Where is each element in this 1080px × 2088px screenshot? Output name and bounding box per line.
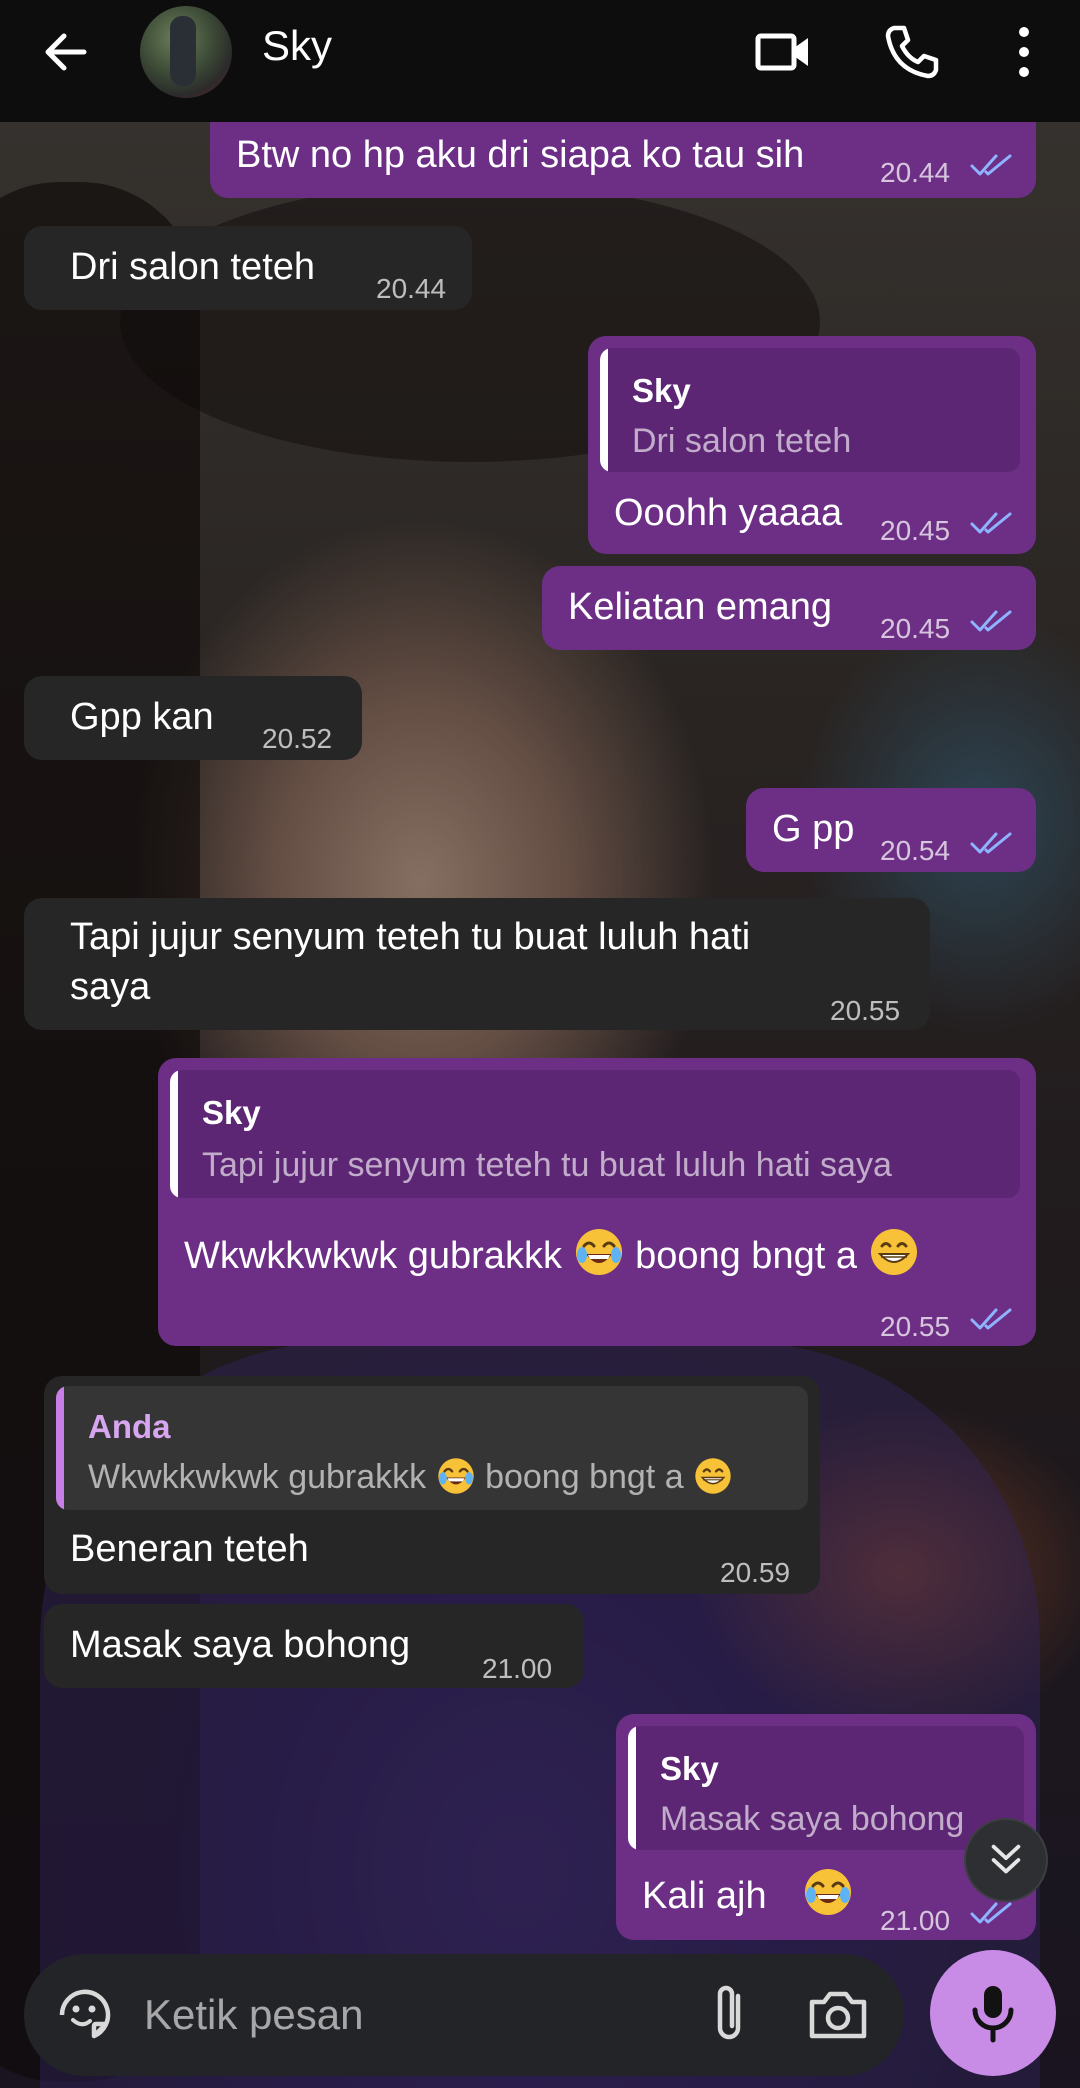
reply-quote[interactable]: Anda Wkwkkwkwk gubrakkk boong bngt a [56,1386,808,1510]
laughing-tears-emoji-icon [573,1226,625,1278]
message-outgoing[interactable]: G pp 20.54 [746,788,1036,872]
message-time: 21.00 [482,1653,553,1684]
message-outgoing[interactable]: Sky Tapi jujur senyum teteh tu buat lulu… [158,1058,1036,1346]
message-time: 20.44 [880,157,951,188]
sticker-icon[interactable] [54,1984,116,2046]
reply-text-part-b: boong bngt a [485,1458,684,1496]
reply-sender: Sky [632,372,691,409]
message-text: Dri salon teteh [70,246,316,288]
reply-text: Wkwkkwkwk gubrakkk boong bngt a [88,1452,733,1502]
message-outgoing[interactable]: Sky Dri salon teteh Ooohh yaaaa 20.45 [588,336,1036,554]
contact-name[interactable]: Sky [262,22,332,70]
message-time: 20.59 [720,1557,791,1588]
chat-header: Sky [0,0,1080,122]
message-text: Wkwkkwkwk gubrakkk boong bngt a [184,1226,920,1281]
message-text: Btw no hp aku dri siapa ko tau sih [236,134,805,176]
message-text: Masak saya bohong [70,1624,411,1666]
message-text: Gpp kan [70,696,214,738]
message-text: G pp [772,808,855,850]
message-incoming[interactable]: Dri salon teteh 20.44 [24,226,472,310]
read-ticks-icon [970,510,1014,536]
message-incoming[interactable]: Gpp kan 20.52 [24,676,362,760]
message-time: 20.44 [376,273,447,304]
message-input[interactable] [144,1984,704,2046]
back-arrow-icon[interactable] [38,24,94,80]
reply-quote[interactable]: Sky Tapi jujur senyum teteh tu buat lulu… [170,1070,1020,1198]
message-text-part-b: boong bngt a [635,1235,857,1277]
message-time: 20.45 [880,613,951,644]
reply-sender: Anda [88,1408,171,1445]
laughing-tears-emoji-icon [802,1866,854,1918]
mic-icon [972,1986,1014,2043]
read-ticks-icon [970,1306,1014,1332]
scroll-down-icon [991,1844,1021,1874]
reply-text: Masak saya bohong [660,1800,965,1838]
more-vert-icon[interactable] [992,20,1056,84]
message-text: Kali ajh [642,1866,854,1921]
reply-sender: Sky [660,1750,719,1787]
message-text-line-1: Tapi jujur senyum teteh tu buat luluh ha… [70,916,751,958]
message-outgoing[interactable]: Keliatan emang 20.45 [542,566,1036,650]
reply-text: Tapi jujur senyum teteh tu buat luluh ha… [202,1146,892,1184]
message-time: 21.00 [880,1905,951,1936]
reply-quote[interactable]: Sky Masak saya bohong [628,1726,1024,1850]
read-ticks-icon [970,830,1014,856]
message-text: Keliatan emang [568,586,833,628]
reply-quote[interactable]: Sky Dri salon teteh [600,348,1020,472]
message-time: 20.55 [880,1311,951,1342]
message-text-line-2: saya [70,966,151,1008]
reply-sender: Sky [202,1094,261,1131]
message-text: Ooohh yaaaa [614,492,843,534]
read-ticks-icon [970,152,1014,178]
mic-button[interactable] [930,1950,1056,2076]
read-ticks-icon [970,608,1014,634]
message-composer [24,1954,904,2076]
message-time: 20.45 [880,515,951,546]
camera-icon[interactable] [806,1984,870,2044]
message-incoming[interactable]: Masak saya bohong 21.00 [44,1604,584,1688]
message-text: Beneran teteh [70,1528,309,1570]
reply-text-part-a: Wkwkkwkwk gubrakkk [88,1458,427,1496]
attach-icon[interactable] [700,1982,760,2048]
video-call-icon[interactable] [752,20,816,84]
phone-icon[interactable] [880,20,944,84]
grinning-emoji-icon [693,1456,733,1496]
message-outgoing[interactable]: Btw no hp aku dri siapa ko tau sih 20.44 [210,112,1036,198]
scroll-down-button[interactable] [964,1818,1048,1902]
avatar[interactable] [140,6,232,98]
message-text-part-a: Wkwkkwkwk gubrakkk [184,1235,562,1277]
reply-text: Dri salon teteh [632,422,852,460]
message-time: 20.55 [830,995,901,1026]
message-time: 20.52 [262,723,333,754]
message-time: 20.54 [880,835,951,866]
message-incoming[interactable]: Anda Wkwkkwkwk gubrakkk boong bngt a Ben… [44,1376,820,1594]
message-text-part: Kali ajh [642,1875,767,1917]
laughing-tears-emoji-icon [436,1456,476,1496]
grinning-emoji-icon [868,1226,920,1278]
message-incoming[interactable]: Tapi jujur senyum teteh tu buat luluh ha… [24,898,930,1030]
